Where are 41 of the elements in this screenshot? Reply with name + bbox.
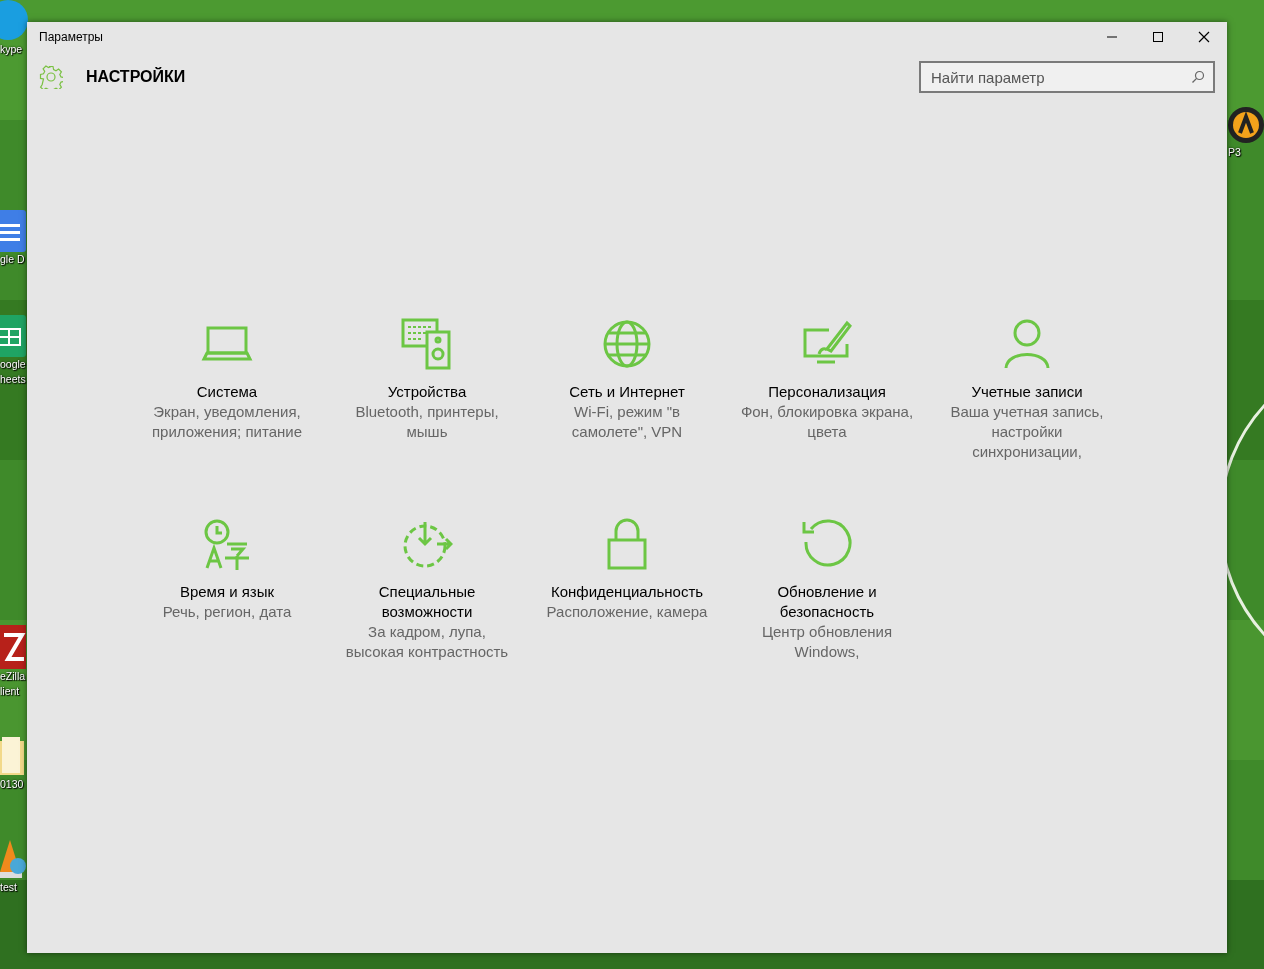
category-title[interactable]: Обновление и безопасность bbox=[727, 582, 927, 622]
close-icon bbox=[1198, 31, 1210, 43]
category-description: Речь, регион, дата bbox=[161, 602, 293, 622]
category-title[interactable]: Конфиденциальность bbox=[538, 582, 716, 602]
category-description: Экран, уведомления, приложения; питание bbox=[151, 402, 303, 442]
search-icon bbox=[1191, 70, 1205, 84]
category-title[interactable]: Время и язык bbox=[167, 582, 287, 602]
category-description: Расположение, камера bbox=[545, 602, 709, 622]
icon-label: kype bbox=[0, 42, 23, 57]
app-icon[interactable] bbox=[0, 625, 28, 669]
icon-label: 0130 bbox=[0, 777, 24, 792]
refresh-icon[interactable] bbox=[801, 518, 853, 570]
category-description: Wi-Fi, режим "в самолете", VPN bbox=[570, 402, 684, 442]
category-title[interactable]: Учетные записи bbox=[959, 382, 1095, 402]
category-title[interactable]: Система bbox=[184, 382, 270, 402]
gear-icon bbox=[39, 65, 63, 89]
maximize-icon bbox=[1152, 31, 1164, 43]
globe-icon[interactable] bbox=[601, 318, 653, 370]
icon-label: P3 bbox=[1228, 145, 1241, 160]
window-title: Параметры bbox=[39, 30, 103, 44]
app-icon[interactable] bbox=[0, 0, 30, 42]
icon-label: gle D bbox=[0, 252, 25, 267]
category-description: За кадром, лупа, высокая контрастность bbox=[344, 622, 510, 662]
category-description: Фон, блокировка экрана, цвета bbox=[739, 402, 915, 442]
category-title[interactable]: Устройства bbox=[375, 382, 479, 402]
keyboard-speaker-icon[interactable] bbox=[401, 318, 453, 370]
category-description: Центр обновления Windows, bbox=[760, 622, 894, 662]
icon-label: heets bbox=[0, 372, 26, 387]
page-title: НАСТРОЙКИ bbox=[86, 68, 186, 86]
icon-label: test bbox=[0, 880, 17, 895]
icon-label: oogle bbox=[0, 357, 26, 372]
search-field[interactable]: Найти параметр bbox=[919, 61, 1215, 93]
category-description: Bluetooth, принтеры, мышь bbox=[354, 402, 500, 442]
category-title[interactable]: Специальные возможности bbox=[327, 582, 527, 622]
icon-label: lient bbox=[0, 684, 20, 699]
document-icon[interactable] bbox=[0, 210, 28, 252]
category-title[interactable]: Персонализация bbox=[756, 382, 898, 402]
category-description: Ваша учетная запись, настройки синхронизации, bbox=[949, 402, 1105, 462]
icon-label: eZilla bbox=[0, 669, 26, 684]
category-title[interactable]: Сеть и Интернет bbox=[557, 382, 697, 402]
spreadsheet-icon[interactable] bbox=[0, 315, 28, 357]
